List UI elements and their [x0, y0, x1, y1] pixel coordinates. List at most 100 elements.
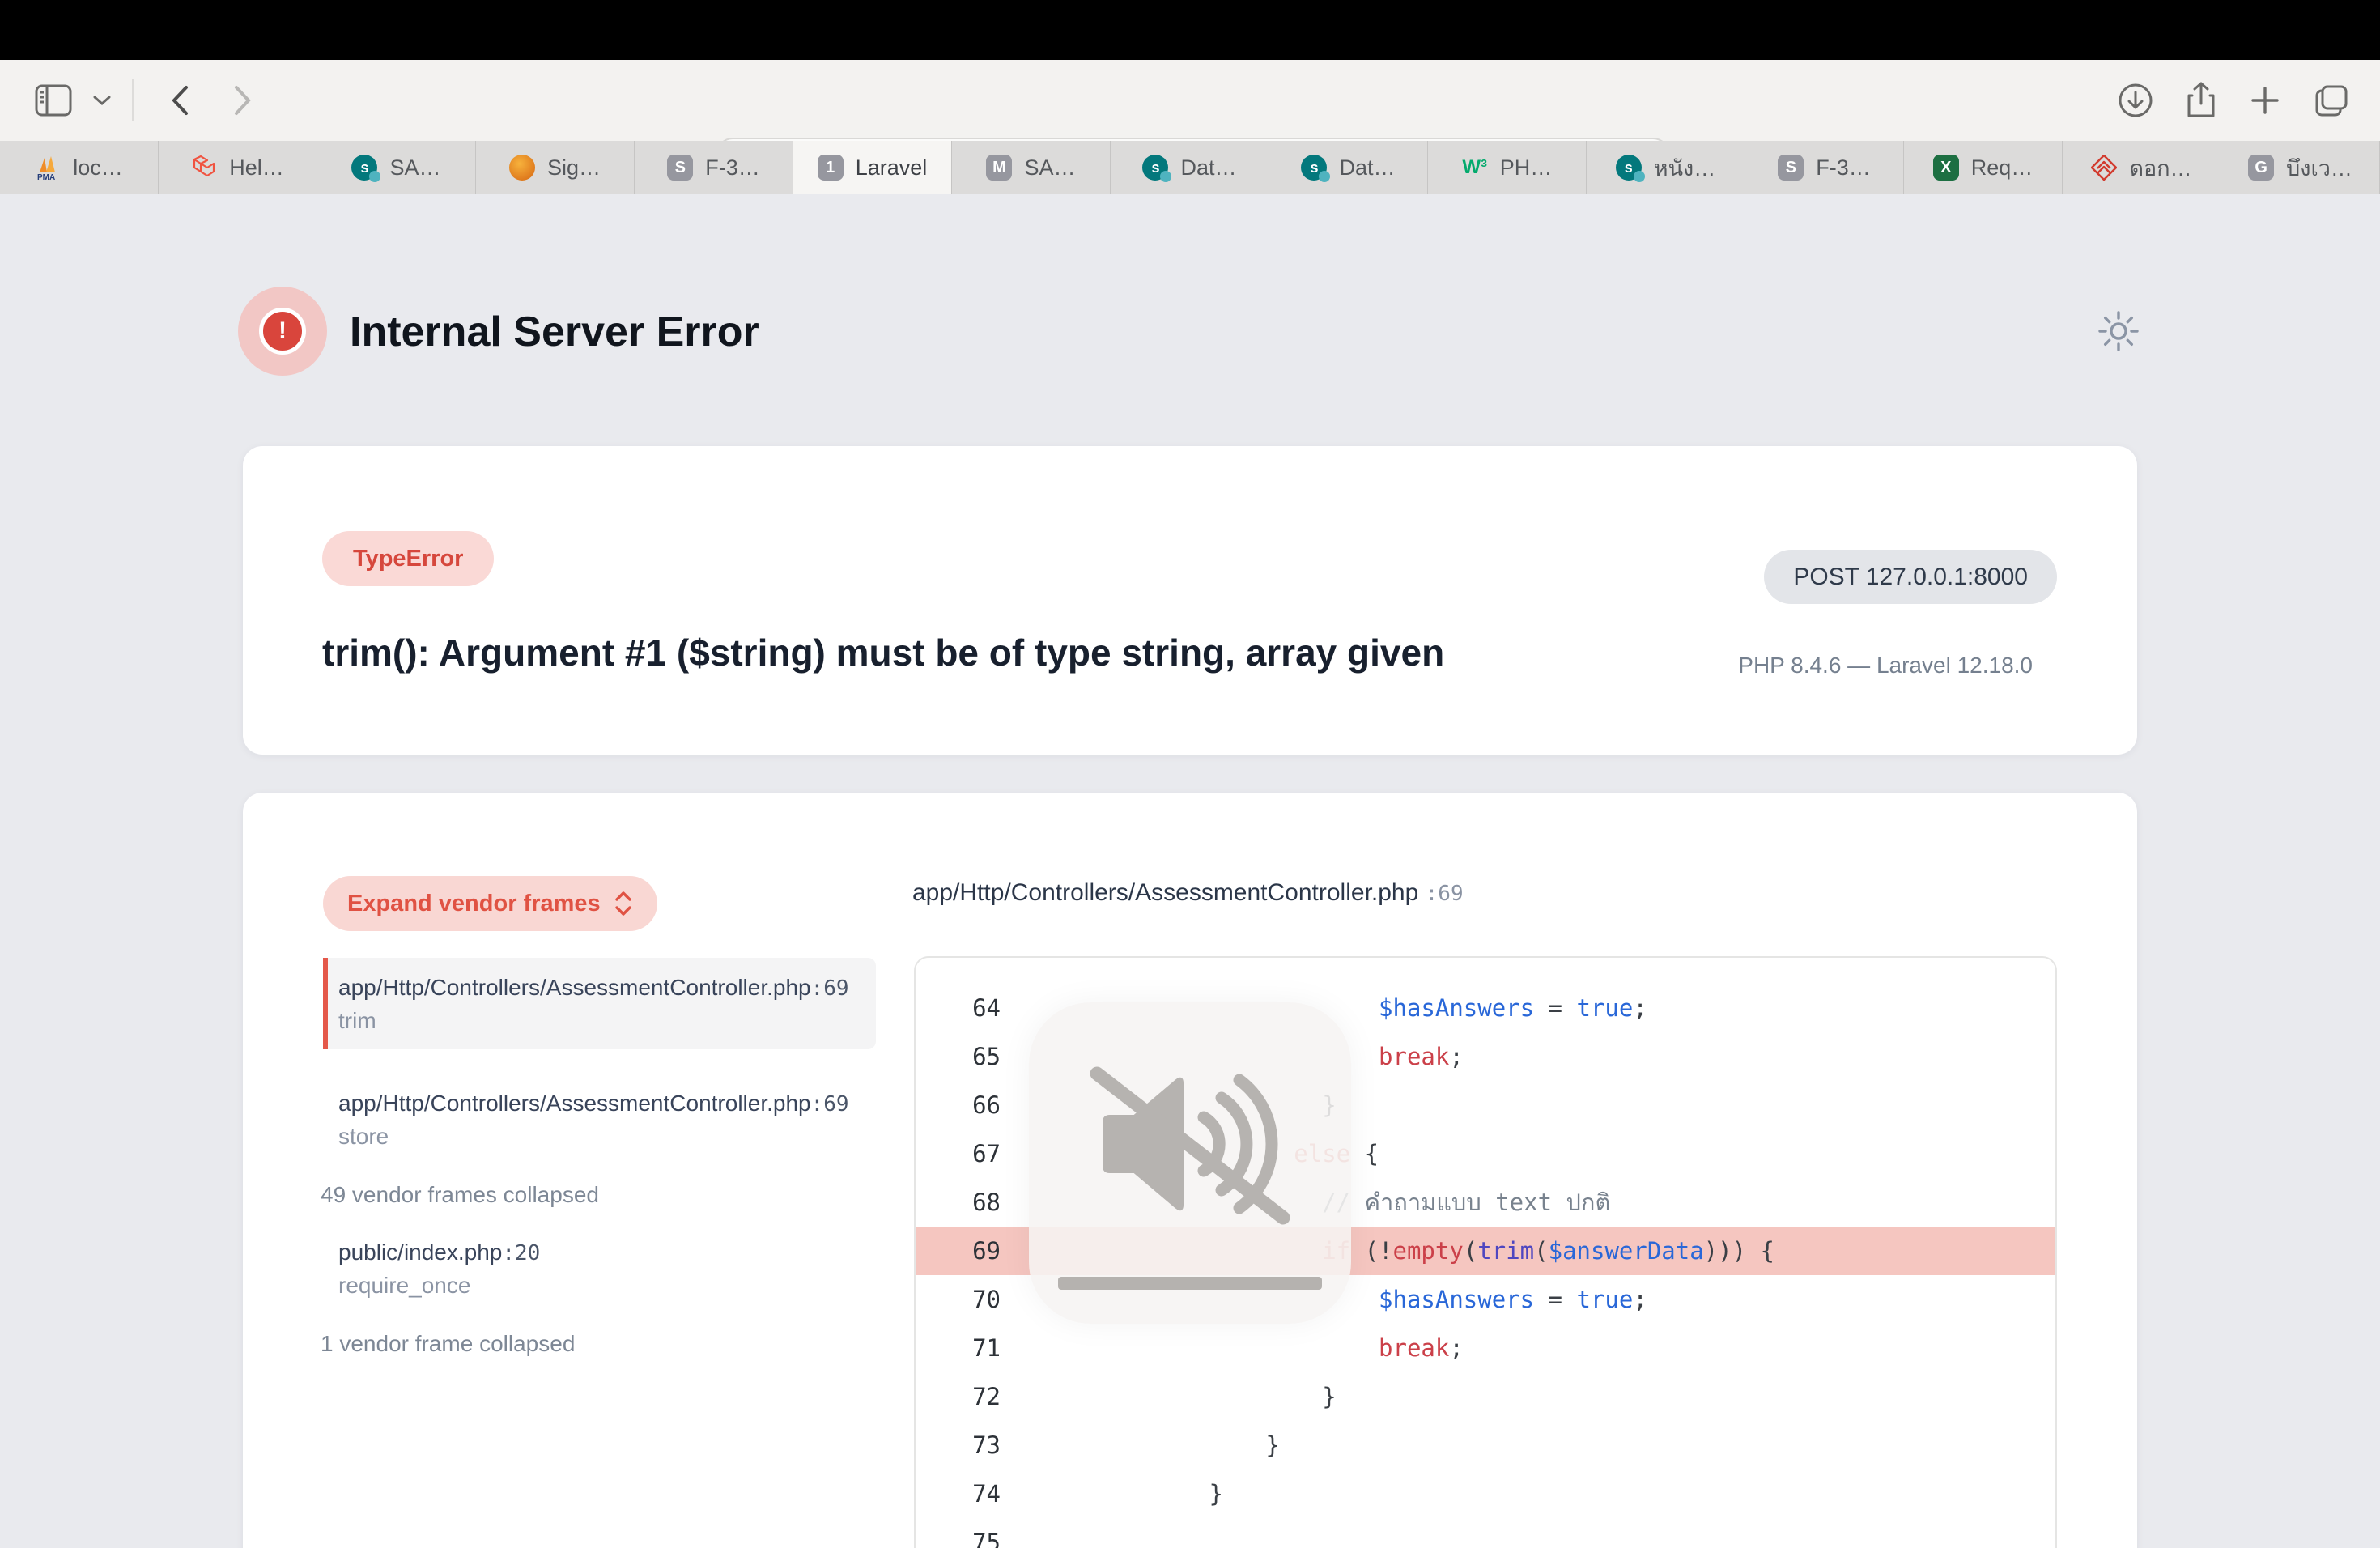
browser-toolbar: 127.0.0.1 A x ↻ — [0, 60, 2380, 141]
frame-path: public/index.php — [338, 1240, 502, 1265]
editor-file-header: app/Http/Controllers/AssessmentControlle… — [912, 879, 1464, 907]
frame-path: app/Http/Controllers/AssessmentControlle… — [338, 1091, 811, 1116]
g-badge-icon: G — [2248, 155, 2274, 181]
sidebar-toggle-icon[interactable] — [35, 84, 72, 117]
tab-label: PH… — [1500, 155, 1553, 181]
tab-label: Dat… — [1180, 155, 1236, 181]
code-text: break; — [1039, 1334, 1464, 1362]
tab-strip: PMAloc… Hel… s SA… Sig… S F-3… 1 Laravel MSA… s Dat… — [0, 141, 2380, 194]
exception-type-badge: TypeError — [322, 531, 494, 586]
frame-path: app/Http/Controllers/AssessmentControlle… — [338, 975, 811, 1000]
w3-icon: W³ — [1462, 155, 1488, 181]
browser-tab[interactable]: S F-3… — [1745, 141, 1904, 194]
frame-line-number: :69 — [811, 976, 849, 1001]
expand-vendor-frames-button[interactable]: Expand vendor frames — [323, 876, 657, 931]
excel-icon: X — [1933, 155, 1959, 181]
frame-method: require_once — [338, 1269, 540, 1302]
tab-label: Dat… — [1339, 155, 1395, 181]
downloads-icon[interactable] — [2118, 83, 2153, 118]
expand-chevrons-icon — [614, 891, 633, 916]
s-badge-icon: S — [1778, 155, 1804, 181]
line-number: 71 — [916, 1334, 1001, 1362]
code-line: 71 break; — [916, 1324, 2055, 1372]
sharepoint-icon: s — [1616, 155, 1642, 181]
browser-tab[interactable]: ดอก… — [2063, 141, 2221, 194]
line-number: 69 — [916, 1237, 1001, 1265]
stack-frame[interactable]: app/Http/Controllers/AssessmentControlle… — [323, 958, 876, 1049]
new-tab-icon[interactable] — [2249, 84, 2281, 117]
code-text: } — [1039, 1480, 1223, 1508]
share-icon[interactable] — [2186, 82, 2216, 119]
sharepoint-icon: s — [1142, 155, 1168, 181]
code-text: } — [1039, 1431, 1280, 1459]
line-number: 66 — [916, 1091, 1001, 1119]
tab-label: SA… — [389, 155, 440, 181]
browser-tab[interactable]: s SA… — [317, 141, 476, 194]
muted-speaker-icon — [1089, 1059, 1291, 1229]
tab-label: Laravel — [856, 155, 928, 181]
laravel-icon — [191, 155, 217, 181]
frame-method: store — [338, 1121, 849, 1153]
screen: 127.0.0.1 A x ↻ — [0, 0, 2380, 1548]
code-line: 73 } — [916, 1421, 2055, 1469]
tab-label: ดอก… — [2129, 151, 2191, 185]
forward-button[interactable] — [234, 85, 252, 116]
request-badge: POST 127.0.0.1:8000 — [1764, 550, 2057, 604]
browser-tab[interactable]: s Dat… — [1269, 141, 1428, 194]
browser-tab[interactable]: s Dat… — [1111, 141, 1269, 194]
sharepoint-icon: s — [1301, 155, 1327, 181]
browser-tab[interactable]: MSA… — [952, 141, 1111, 194]
tab-overview-icon[interactable] — [2314, 83, 2349, 117]
tab-label: Hel… — [229, 155, 284, 181]
toolbar-divider — [132, 79, 134, 121]
browser-tab[interactable]: Sig… — [476, 141, 635, 194]
code-line: 72 } — [916, 1372, 2055, 1421]
collapsed-frames-note: 49 vendor frames collapsed — [321, 1179, 599, 1211]
tab-label: Sig… — [547, 155, 601, 181]
line-number: 75 — [916, 1529, 1001, 1548]
stack-frame[interactable]: app/Http/Controllers/AssessmentControlle… — [338, 1087, 849, 1153]
error-card: TypeError POST 127.0.0.1:8000 PHP 8.4.6 … — [243, 446, 2137, 755]
svg-text:PMA: PMA — [37, 173, 55, 181]
frame-line-number: :69 — [811, 1092, 849, 1116]
browser-tab[interactable]: S F-3… — [635, 141, 793, 194]
tab-label: หนัง… — [1654, 151, 1715, 185]
line-number: 74 — [916, 1480, 1001, 1508]
environment-text: PHP 8.4.6 — Laravel 12.18.0 — [1738, 653, 2033, 678]
editor-line-ref: :69 — [1426, 882, 1464, 906]
theme-toggle-sun-icon[interactable] — [2097, 309, 2140, 353]
tab-label: SA… — [1024, 155, 1075, 181]
line-number: 67 — [916, 1140, 1001, 1167]
collapsed-frames-note: 1 vendor frame collapsed — [321, 1328, 575, 1360]
tab-label: F-3… — [705, 155, 760, 181]
stack-frame[interactable]: public/index.php:20require_once — [338, 1236, 540, 1302]
volume-level-bar — [1058, 1277, 1322, 1290]
back-button[interactable] — [171, 85, 189, 116]
browser-tab[interactable]: X Req… — [1904, 141, 2063, 194]
browser-tab[interactable]: W³ PH… — [1428, 141, 1587, 194]
tab-label: Req… — [1971, 155, 2034, 181]
error-alert-icon: ! — [238, 287, 327, 376]
sidebar-chevron-icon[interactable] — [93, 95, 111, 106]
globe-icon — [509, 155, 535, 181]
chevrons-icon — [2091, 155, 2117, 181]
browser-tab[interactable]: PMAloc… — [0, 141, 159, 194]
one-badge-icon: 1 — [818, 155, 844, 181]
browser-tab[interactable]: G บึงเว… — [2221, 141, 2380, 194]
browser-tab[interactable]: Hel… — [159, 141, 317, 194]
line-number: 68 — [916, 1189, 1001, 1216]
browser-tab[interactable]: 1 Laravel — [793, 141, 952, 194]
line-number: 72 — [916, 1383, 1001, 1410]
code-line: 75 — [916, 1518, 2055, 1548]
tab-label: F-3… — [1816, 155, 1871, 181]
line-number: 64 — [916, 994, 1001, 1022]
s-badge-icon: S — [667, 155, 693, 181]
browser-tab[interactable]: s หนัง… — [1587, 141, 1745, 194]
tab-label: บึงเว… — [2286, 151, 2352, 185]
line-number: 73 — [916, 1431, 1001, 1459]
pma-icon: PMA — [35, 155, 61, 181]
sharepoint-icon: s — [351, 155, 377, 181]
volume-osd — [1029, 1002, 1351, 1324]
line-number: 65 — [916, 1043, 1001, 1070]
error-message: trim(): Argument #1 ($string) must be of… — [322, 631, 1444, 674]
